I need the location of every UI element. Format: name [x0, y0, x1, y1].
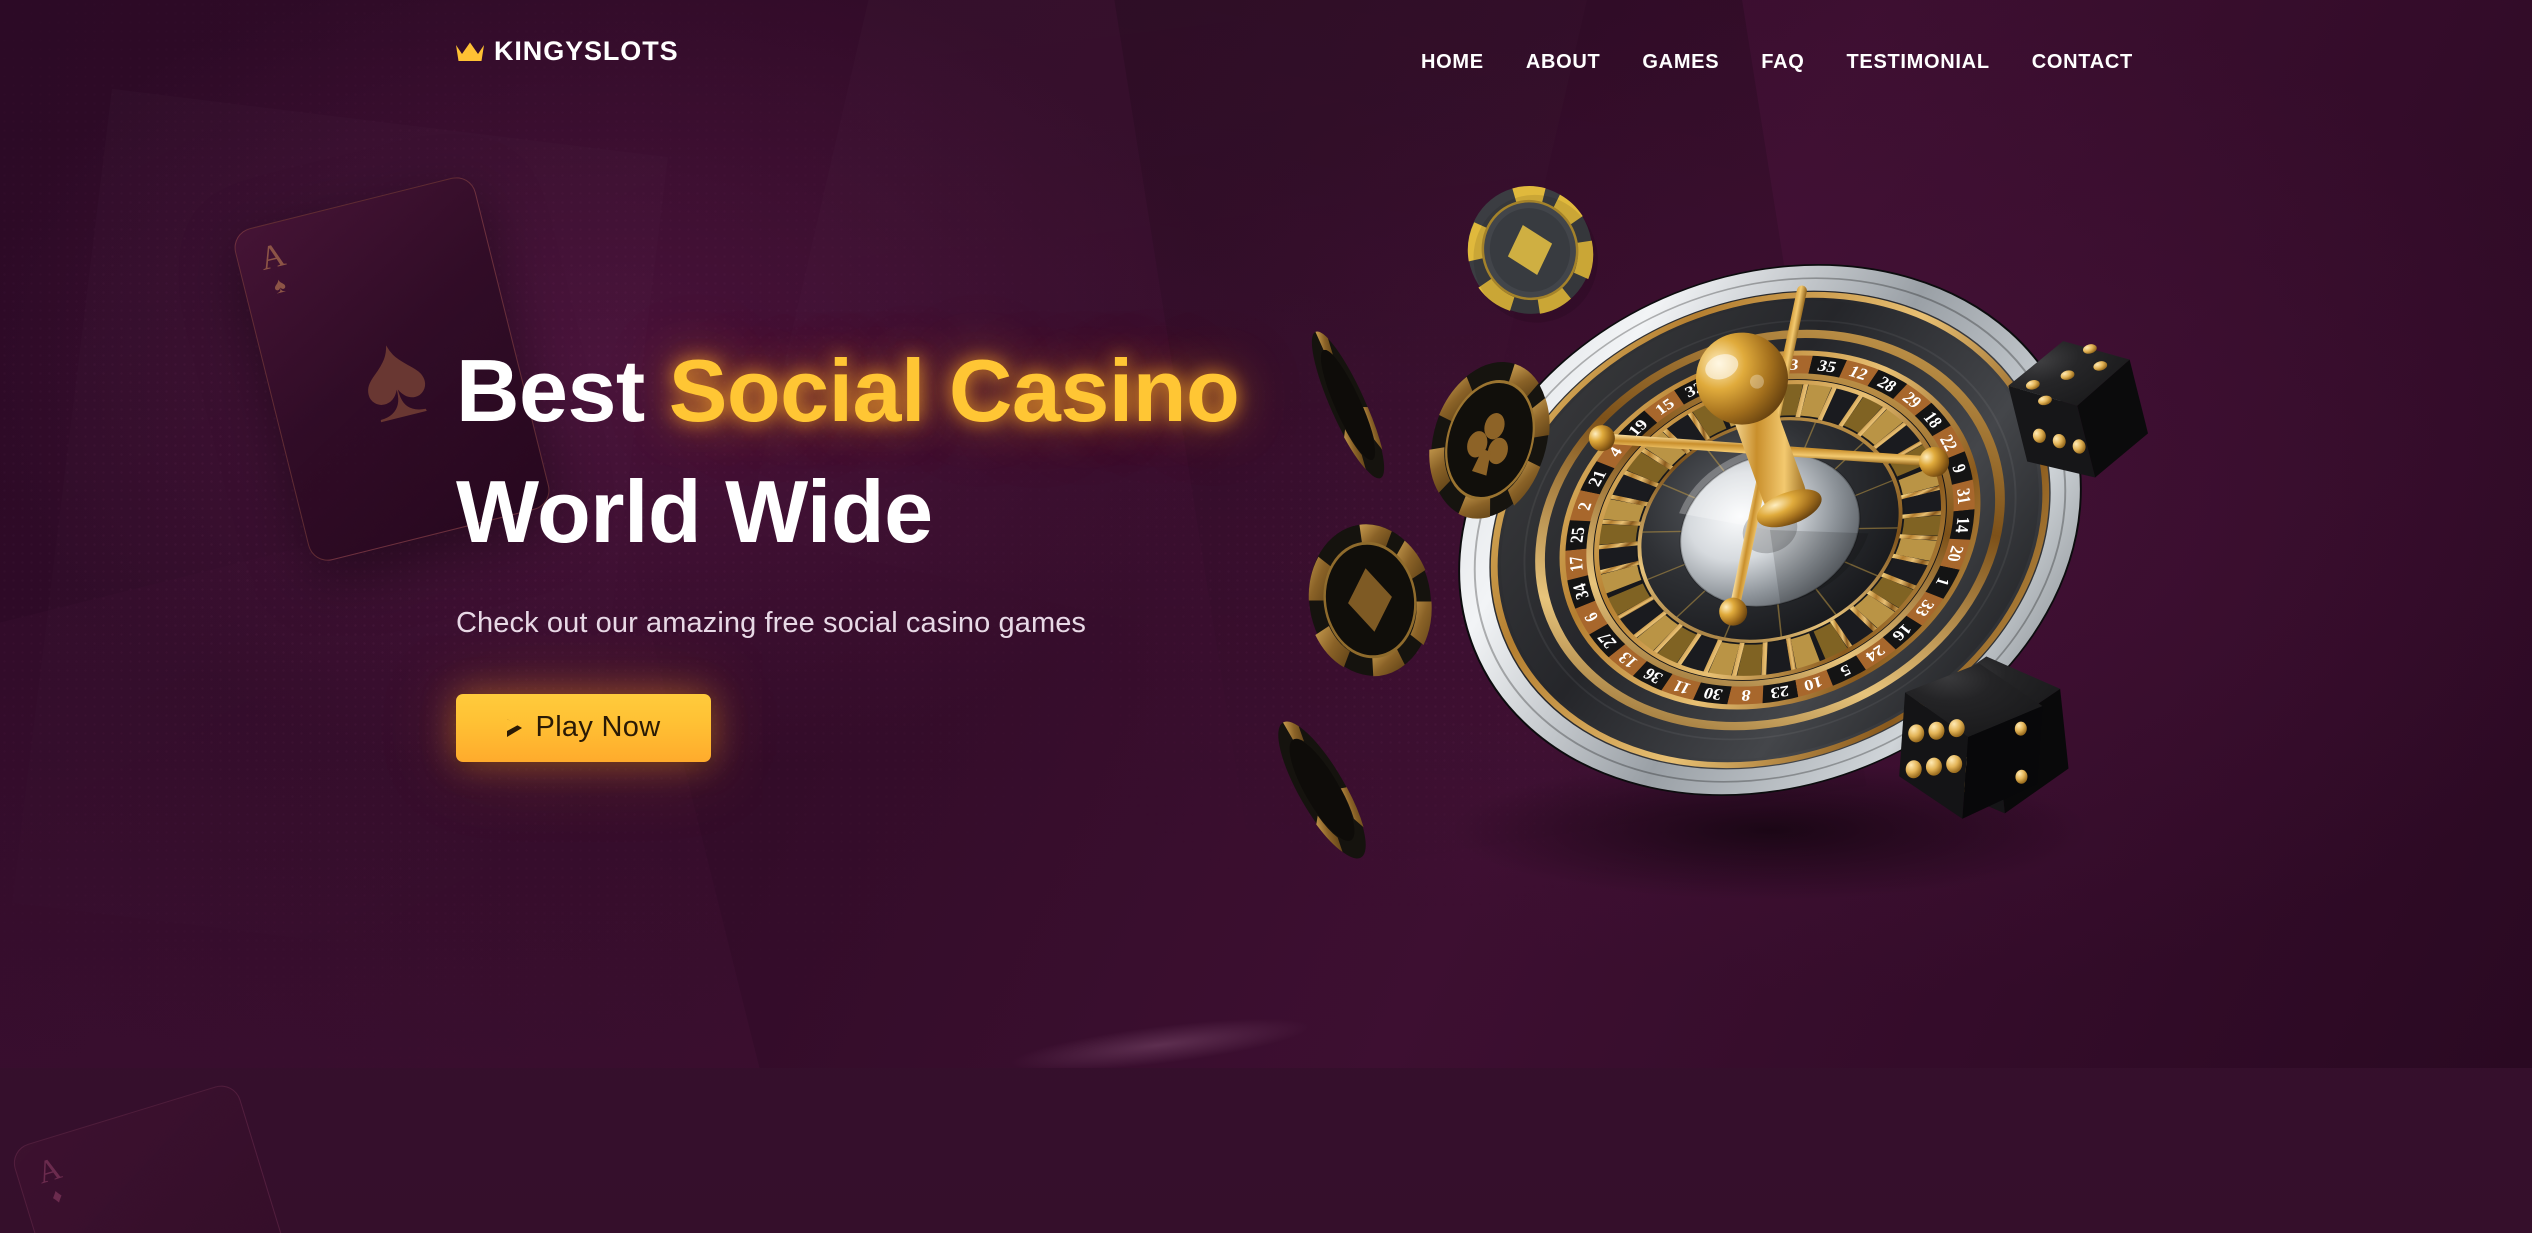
diamond-icon: ♦	[49, 1184, 66, 1209]
brand-name: KINGYSLOTS	[494, 36, 679, 66]
roulette-number-23: 23	[1770, 682, 1790, 702]
hero-copy: Best Social Casino World Wide Check out …	[456, 330, 1356, 762]
headline-line-1: Best Social Casino	[456, 330, 1356, 451]
roulette-number-14: 14	[1951, 517, 1974, 534]
main-navigation: HOME ABOUT GAMES FAQ TESTIMONIAL CONTACT	[1400, 45, 2154, 80]
card-rank: A	[256, 236, 290, 278]
site-header: KINGYSLOTS HOME ABOUT GAMES FAQ TESTIMON…	[0, 0, 2532, 115]
nav-item-faq[interactable]: FAQ	[1740, 45, 1825, 80]
nav-item-about[interactable]: ABOUT	[1505, 45, 1622, 80]
ace-of-diamonds-card: A ♦	[8, 1080, 332, 1233]
play-now-button[interactable]: Play Now	[456, 693, 711, 762]
card-corner-index-diamond: A ♦	[32, 1149, 71, 1209]
nav-item-contact[interactable]: CONTACT	[2011, 45, 2154, 80]
roulette-number-25: 25	[1566, 527, 1589, 543]
headline-gold-part: Social Casino	[668, 341, 1240, 440]
play-triangle-icon	[506, 718, 522, 737]
page-title: Best Social Casino World Wide	[456, 330, 1356, 573]
card-rank-diamond: A	[32, 1149, 66, 1191]
nav-item-home[interactable]: HOME	[1400, 45, 1505, 80]
casino-illustration: 2603351228291822931142013316245102383011…	[1278, 150, 2200, 980]
headline-white-part: Best	[456, 341, 669, 440]
light-streak	[947, 984, 1373, 1068]
next-section: A ♦	[0, 1068, 2532, 1233]
hero-subtitle: Check out our amazing free social casino…	[456, 606, 1087, 639]
page-root: A ♠ ♠ KINGYSLOTS HOME ABOUT GAMES FAQ TE	[0, 0, 2532, 1233]
brand-logo[interactable]: KINGYSLOTS	[455, 38, 679, 65]
headline-line-2: World Wide	[456, 462, 933, 562]
card-corner-index: A ♠	[256, 236, 295, 299]
hero-section: A ♠ ♠ KINGYSLOTS HOME ABOUT GAMES FAQ TE	[0, 0, 2532, 1068]
nav-item-testimonial[interactable]: TESTIMONIAL	[1825, 45, 2010, 80]
nav-item-games[interactable]: GAMES	[1621, 45, 1740, 80]
spade-icon: ♠	[270, 271, 289, 299]
play-now-label: Play Now	[535, 711, 661, 744]
crown-icon	[455, 41, 485, 63]
spade-icon-large: ♠	[345, 301, 442, 450]
